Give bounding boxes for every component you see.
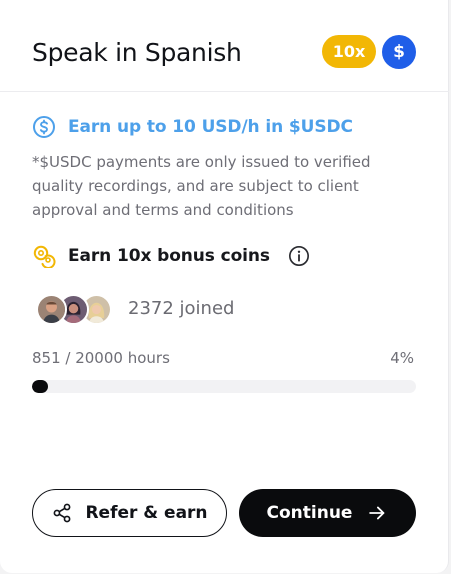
payment-disclaimer: *$USDC payments are only issued to verif…	[32, 153, 371, 219]
participant-avatars	[36, 294, 118, 326]
multiplier-badge: 10x	[322, 35, 376, 68]
card-title: Speak in Spanish	[32, 38, 242, 67]
earn-rate-text: Earn up to 10 USD/h in $USDC	[68, 117, 353, 137]
progress-bar	[32, 380, 416, 393]
progress-percent: 4%	[390, 349, 414, 367]
earn-row: Earn up to 10 USD/h in $USDC	[32, 114, 353, 140]
share-icon	[54, 503, 71, 523]
arrow-right-icon	[369, 506, 385, 520]
bonus-coins-text: Earn 10x bonus coins	[68, 246, 270, 266]
refer-earn-button[interactable]: Refer & earn	[32, 489, 227, 537]
progress-fill	[32, 380, 49, 393]
header-divider	[0, 91, 449, 92]
task-card: Speak in Spanish 10x $ Earn up to 10 USD…	[0, 0, 449, 573]
bonus-row: Earn 10x bonus coins	[32, 242, 310, 270]
coins-icon	[33, 245, 56, 268]
hours-progress-label: 851 / 20000 hours	[32, 349, 170, 367]
info-icon[interactable]	[288, 245, 310, 267]
refer-earn-label: Refer & earn	[85, 503, 208, 523]
joined-count: 2372 joined	[128, 298, 235, 319]
continue-label: Continue	[266, 503, 353, 523]
continue-button[interactable]: Continue	[239, 489, 416, 537]
dollar-circle-icon	[33, 116, 55, 138]
currency-badge: $	[382, 35, 416, 69]
avatar	[36, 294, 67, 325]
